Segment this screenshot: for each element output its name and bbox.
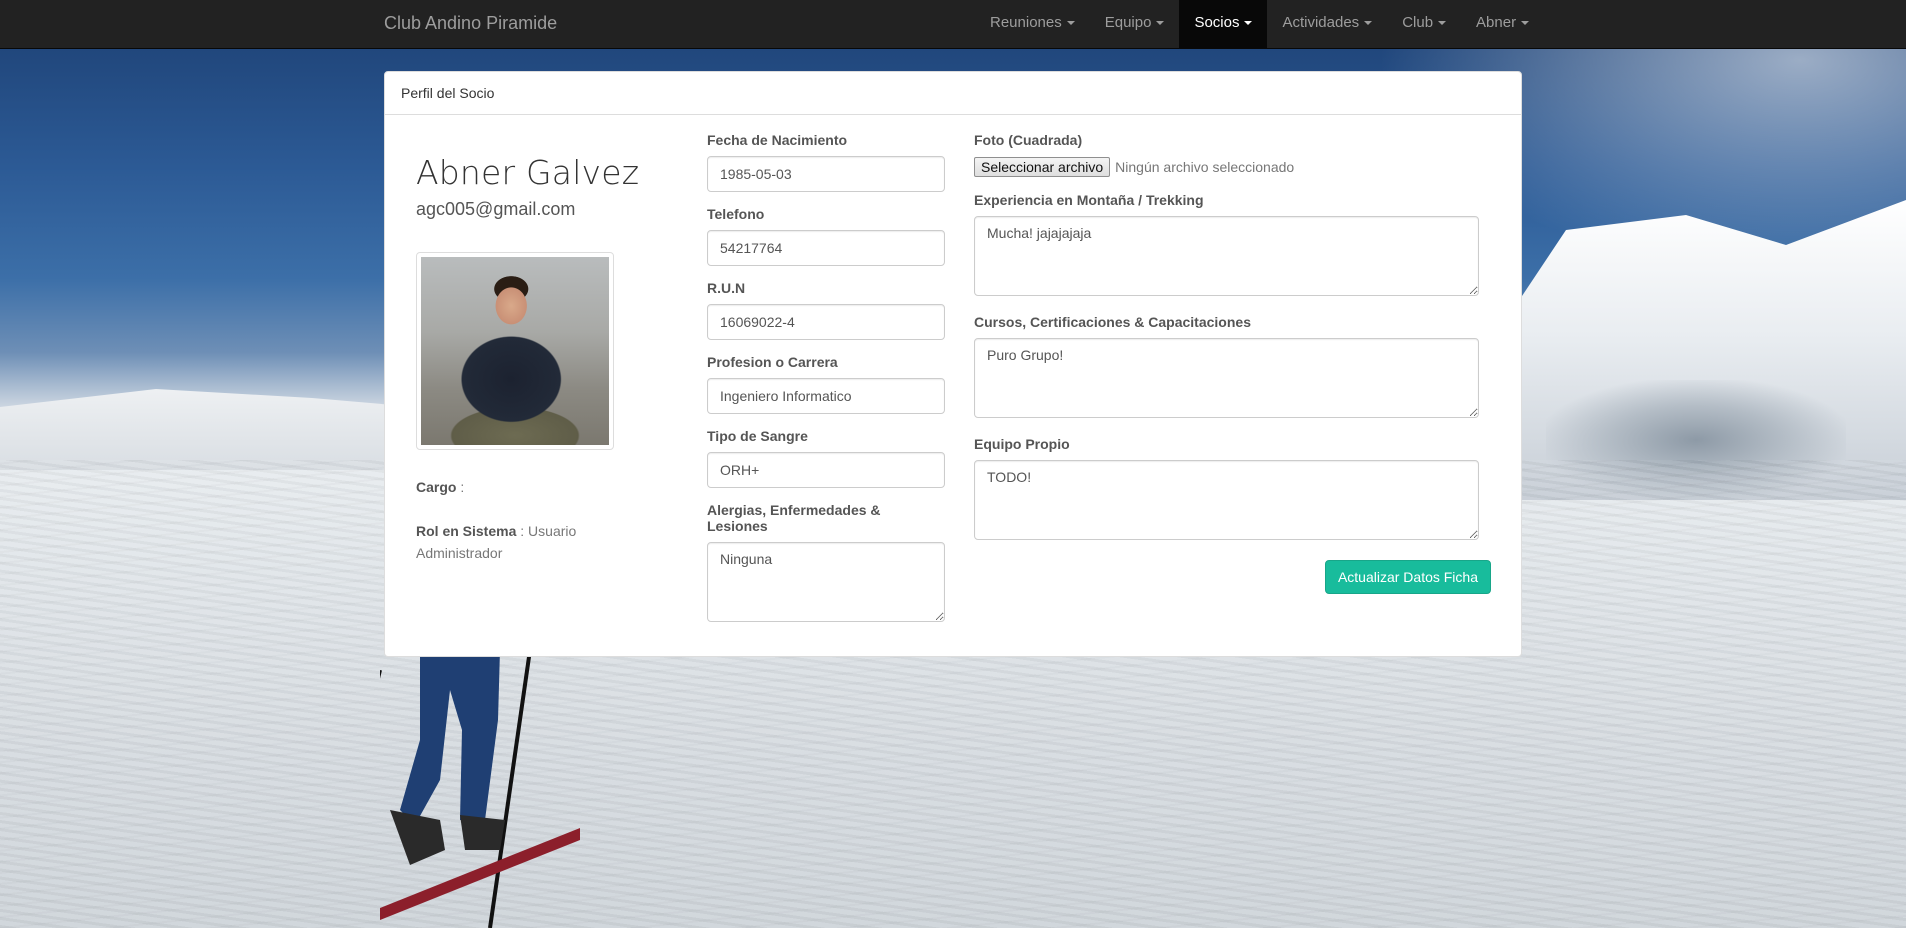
nav-item-user-menu[interactable]: Abner bbox=[1461, 0, 1544, 48]
caret-down-icon bbox=[1438, 21, 1447, 26]
file-input: Seleccionar archivo Ningún archivo selec… bbox=[974, 156, 1479, 178]
caret-down-icon bbox=[1066, 21, 1075, 26]
profile-photo-image bbox=[421, 256, 609, 445]
blood-input[interactable] bbox=[707, 452, 945, 488]
choose-file-button[interactable]: Seleccionar archivo bbox=[974, 157, 1111, 177]
panel-heading: Perfil del Socio bbox=[385, 72, 1521, 115]
caret-down-icon bbox=[1156, 21, 1165, 26]
courses-textarea[interactable]: Puro Grupo! bbox=[974, 338, 1479, 418]
field-experience: Experiencia en Montaña / Trekking Mucha!… bbox=[974, 192, 1479, 300]
background-skier-illustration bbox=[380, 650, 580, 928]
nav-item-label: Abner bbox=[1476, 14, 1517, 31]
nav-item-label: Reuniones bbox=[990, 14, 1062, 31]
nav-item-label: Equipo bbox=[1104, 14, 1152, 31]
profile-meta: Cargo : Rol en Sistema : Usuario Adminis… bbox=[416, 476, 656, 564]
phone-input[interactable] bbox=[707, 230, 945, 266]
user-email: agc005@gmail.com bbox=[416, 198, 576, 219]
caret-down-icon bbox=[1521, 21, 1530, 26]
blood-label: Tipo de Sangre bbox=[707, 428, 808, 444]
profile-summary: Abner Galvez agc005@gmail.com Cargo : Ro… bbox=[416, 152, 656, 586]
field-courses: Cursos, Certificaciones & Capacitaciones… bbox=[974, 314, 1479, 422]
run-input[interactable] bbox=[707, 304, 945, 340]
allergies-label: Alergias, Enfermedades & Lesiones bbox=[707, 502, 881, 534]
gear-textarea[interactable]: TODO! bbox=[974, 460, 1479, 540]
experience-textarea[interactable]: Mucha! jajajajaja bbox=[974, 216, 1479, 296]
field-phone: Telefono bbox=[707, 206, 945, 266]
experience-label: Experiencia en Montaña / Trekking bbox=[974, 192, 1204, 208]
phone-label: Telefono bbox=[707, 206, 765, 222]
profession-label: Profesion o Carrera bbox=[707, 354, 838, 370]
photo-label: Foto (Cuadrada) bbox=[974, 132, 1083, 148]
profile-photo bbox=[416, 251, 614, 450]
birth-label: Fecha de Nacimiento bbox=[707, 132, 848, 148]
field-photo: Foto (Cuadrada) Seleccionar archivo Ning… bbox=[974, 132, 1479, 178]
rol-label: Rol en Sistema bbox=[416, 522, 517, 539]
nav-item-label: Club bbox=[1402, 14, 1434, 31]
nav-item-label: Actividades bbox=[1282, 14, 1360, 31]
allergies-textarea[interactable]: Ninguna bbox=[707, 542, 945, 622]
nav-item-reuniones[interactable]: Reuniones bbox=[975, 0, 1090, 48]
run-label: R.U.N bbox=[707, 280, 746, 296]
profile-panel: Perfil del Socio Abner Galvez agc005@gma… bbox=[384, 71, 1522, 657]
nav-item-socios[interactable]: Socios bbox=[1179, 0, 1268, 48]
nav-item-label: Socios bbox=[1194, 14, 1240, 31]
rol-row: Rol en Sistema : Usuario Administrador bbox=[416, 522, 577, 561]
cargo-label: Cargo bbox=[416, 478, 457, 495]
field-allergies: Alergias, Enfermedades & Lesiones Ningun… bbox=[707, 502, 945, 626]
field-blood: Tipo de Sangre bbox=[707, 428, 945, 488]
nav-item-club[interactable]: Club bbox=[1387, 0, 1461, 48]
cargo-row: Cargo : bbox=[416, 478, 465, 495]
profession-input[interactable] bbox=[707, 378, 945, 414]
file-status: Ningún archivo seleccionado bbox=[1115, 159, 1295, 175]
brand-link[interactable]: Club Andino Piramide bbox=[384, 0, 557, 48]
field-birth: Fecha de Nacimiento bbox=[707, 132, 945, 192]
field-profession: Profesion o Carrera bbox=[707, 354, 945, 414]
nav-item-equipo[interactable]: Equipo bbox=[1090, 0, 1180, 48]
caret-down-icon bbox=[1244, 21, 1253, 26]
update-profile-button[interactable]: Actualizar Datos Ficha bbox=[1324, 560, 1491, 594]
nav-item-actividades[interactable]: Actividades bbox=[1267, 0, 1387, 48]
user-name: Abner Galvez bbox=[416, 153, 640, 192]
nav-menu: Reuniones Equipo Socios Actividades Club… bbox=[975, 0, 1544, 48]
field-run: R.U.N bbox=[707, 280, 945, 340]
caret-down-icon bbox=[1364, 21, 1373, 26]
courses-label: Cursos, Certificaciones & Capacitaciones bbox=[974, 314, 1251, 330]
birth-input[interactable] bbox=[707, 156, 945, 192]
field-gear: Equipo Propio TODO! bbox=[974, 436, 1479, 544]
form-column-mountain: Foto (Cuadrada) Seleccionar archivo Ning… bbox=[974, 132, 1479, 558]
top-navbar: Club Andino Piramide Reuniones Equipo So… bbox=[0, 0, 1906, 49]
form-column-personal: Fecha de Nacimiento Telefono R.U.N Profe… bbox=[707, 132, 945, 640]
gear-label: Equipo Propio bbox=[974, 436, 1070, 452]
